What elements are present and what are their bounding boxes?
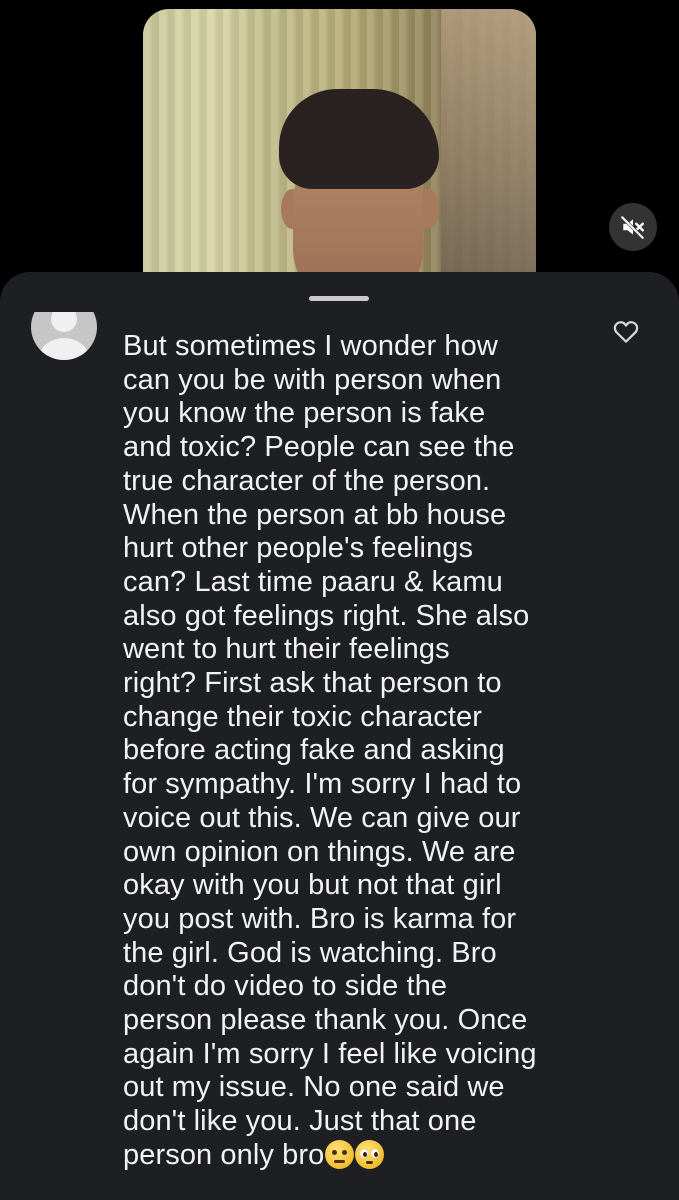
avatar[interactable] xyxy=(31,312,97,360)
pleading-face-emoji xyxy=(355,1139,385,1169)
comments-sheet: But sometimes I wonder how can you be wi… xyxy=(0,272,679,1200)
background-wall xyxy=(441,9,536,299)
speaker-muted-icon xyxy=(621,216,644,239)
comment-body: But sometimes I wonder how can you be wi… xyxy=(123,330,593,1173)
person-hair xyxy=(279,89,439,189)
mute-button[interactable] xyxy=(609,203,657,251)
video-thumbnail[interactable] xyxy=(143,9,536,299)
heart-outline-icon[interactable] xyxy=(611,316,641,346)
unamused-face-emoji xyxy=(325,1139,355,1169)
live-video-area xyxy=(0,0,679,299)
drag-handle[interactable] xyxy=(309,296,369,301)
comment-text: But sometimes I wonder how can you be wi… xyxy=(123,330,537,1171)
default-user-avatar-icon xyxy=(31,312,97,360)
